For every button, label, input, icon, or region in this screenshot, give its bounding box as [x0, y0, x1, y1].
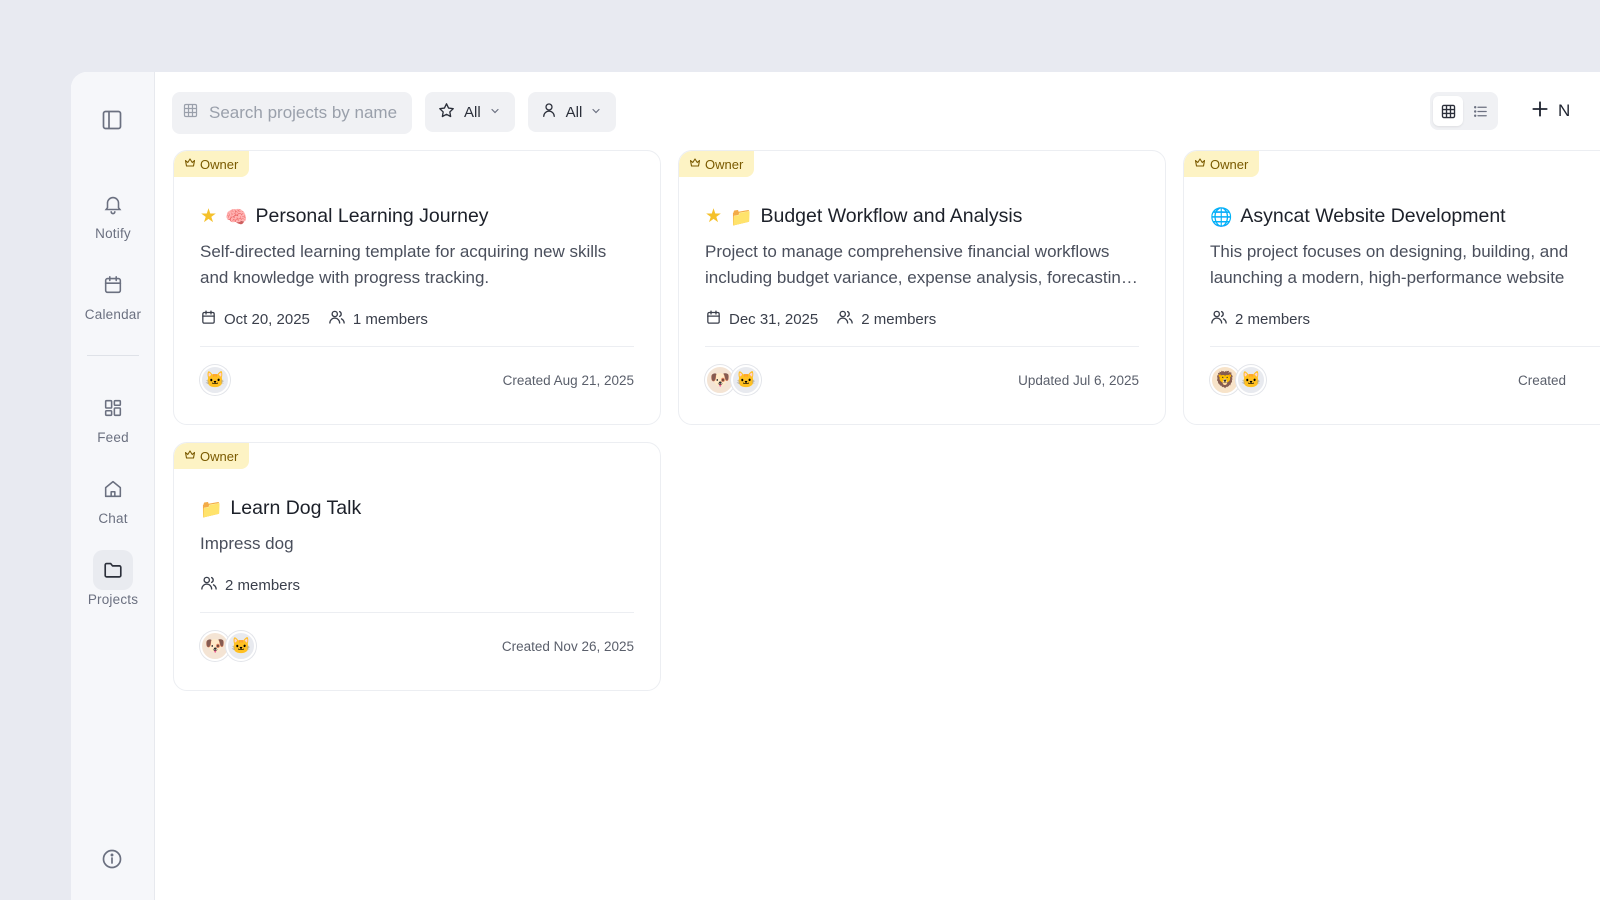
main-content: All All [155, 72, 1600, 900]
avatar[interactable]: 🐱 [200, 365, 230, 395]
member-filter-value: All [565, 103, 583, 121]
globe-icon: 🌐 [1210, 206, 1233, 227]
user-icon [540, 101, 558, 123]
sidebar-item-projects[interactable]: Projects [71, 550, 155, 607]
sidebar-item-label: Notify [95, 226, 131, 241]
avatar[interactable]: 🐱 [226, 631, 256, 661]
project-title: 📁 Learn Dog Talk [200, 497, 362, 519]
project-card[interactable]: Owner 🌐 Asyncat Website Development This… [1183, 150, 1600, 425]
plus-icon [1530, 99, 1550, 124]
owner-badge: Owner [174, 443, 250, 469]
new-project-button[interactable]: N [1530, 99, 1570, 123]
sidebar-divider [87, 355, 139, 356]
due-date: Dec 31, 2025 [729, 310, 819, 328]
avatar[interactable]: 🐱 [1236, 365, 1266, 395]
project-description: Project to manage comprehensive financia… [705, 242, 1145, 287]
project-description: Impress dog [200, 534, 294, 553]
timestamp: Created [1518, 373, 1567, 388]
grid-view-button[interactable] [1433, 96, 1463, 126]
toolbar: All All [172, 92, 617, 134]
timestamp: Created Nov 26, 2025 [501, 639, 634, 654]
star-filled-icon[interactable]: ★ [200, 207, 217, 226]
owner-badge: Owner [1184, 151, 1260, 177]
member-filter-dropdown[interactable]: All [527, 92, 617, 132]
crown-icon [184, 157, 196, 172]
sidebar-item-notify[interactable]: Notify [71, 184, 155, 241]
calendar-icon [200, 309, 217, 330]
sidebar-item-chat[interactable]: Chat [71, 469, 155, 526]
new-project-label: N [1558, 101, 1571, 120]
divider [200, 612, 634, 613]
star-filter-dropdown[interactable]: All [425, 92, 515, 132]
project-title: 🌐 Asyncat Website Development [1210, 205, 1506, 227]
list-view-button[interactable] [1465, 96, 1495, 126]
folder-icon [93, 550, 133, 590]
star-icon [437, 101, 456, 124]
search-input[interactable] [209, 103, 404, 123]
divider [705, 346, 1139, 347]
project-card[interactable]: Owner ★ 📁 Budget Workflow and Analysis P… [678, 150, 1166, 425]
grid-icon [93, 388, 133, 428]
crown-icon [689, 157, 701, 172]
project-meta: 2 members [200, 574, 300, 596]
info-icon[interactable] [100, 847, 124, 871]
timestamp: Created Aug 21, 2025 [502, 373, 634, 388]
owner-badge: Owner [679, 151, 755, 177]
chevron-down-icon [489, 104, 501, 121]
sidebar-item-label: Calendar [84, 307, 142, 322]
project-description: This project focuses on designing, build… [1210, 242, 1569, 287]
calendar-icon [705, 309, 722, 330]
brain-icon: 🧠 [225, 206, 248, 227]
project-meta: Oct 20, 2025 1 members [200, 308, 428, 330]
crown-icon [184, 449, 196, 464]
project-meta: 2 members [1210, 308, 1310, 330]
timestamp: Updated Jul 6, 2025 [1018, 373, 1139, 388]
project-card[interactable]: Owner 📁 Learn Dog Talk Impress dog 2 mem… [173, 442, 661, 691]
calendar-icon [93, 265, 133, 305]
avatar[interactable]: 🐱 [731, 365, 761, 395]
due-date: Oct 20, 2025 [224, 310, 310, 328]
sidebar-item-feed[interactable]: Feed [71, 388, 155, 445]
users-icon [1210, 308, 1228, 330]
divider [1210, 346, 1600, 347]
divider [200, 346, 634, 347]
sidebar-toggle-icon[interactable] [100, 108, 124, 132]
bell-icon [93, 184, 133, 224]
member-count: 1 members [352, 310, 428, 328]
view-toggle [1430, 92, 1498, 130]
grid-icon [182, 102, 199, 124]
folder-icon: 📁 [730, 206, 753, 227]
member-count: 2 members [861, 310, 937, 328]
sidebar-item-label: Feed [97, 430, 129, 445]
member-avatars: 🐱 [200, 365, 230, 395]
users-icon [200, 574, 218, 596]
project-title: ★ 📁 Budget Workflow and Analysis [705, 205, 1023, 227]
member-avatars: 🐶 🐱 [705, 365, 761, 395]
sidebar: Notify Calendar Feed Chat Projects [71, 72, 155, 900]
project-title: ★ 🧠 Personal Learning Journey [200, 205, 489, 227]
star-filter-value: All [464, 103, 481, 121]
project-meta: Dec 31, 2025 2 members [705, 308, 936, 330]
folder-icon: 📁 [200, 498, 223, 519]
crown-icon [1194, 157, 1206, 172]
sidebar-item-calendar[interactable]: Calendar [71, 265, 155, 322]
home-icon [93, 469, 133, 509]
chevron-down-icon [590, 104, 602, 121]
app-window: Notify Calendar Feed Chat Projects Searc… [71, 72, 1600, 900]
sidebar-item-label: Projects [87, 592, 139, 607]
users-icon [328, 308, 346, 330]
owner-badge: Owner [174, 151, 250, 177]
sidebar-item-label: Chat [98, 511, 128, 526]
project-card[interactable]: Owner ★ 🧠 Personal Learning Journey Self… [173, 150, 661, 425]
member-avatars: 🐶 🐱 [200, 631, 256, 661]
member-count: 2 members [1235, 310, 1311, 328]
member-avatars: 🦁 🐱 [1210, 365, 1266, 395]
project-description: Self-directed learning template for acqu… [200, 242, 607, 287]
star-filled-icon[interactable]: ★ [705, 207, 722, 226]
member-count: 2 members [225, 576, 301, 594]
users-icon [836, 308, 854, 330]
search-box[interactable] [172, 92, 412, 134]
